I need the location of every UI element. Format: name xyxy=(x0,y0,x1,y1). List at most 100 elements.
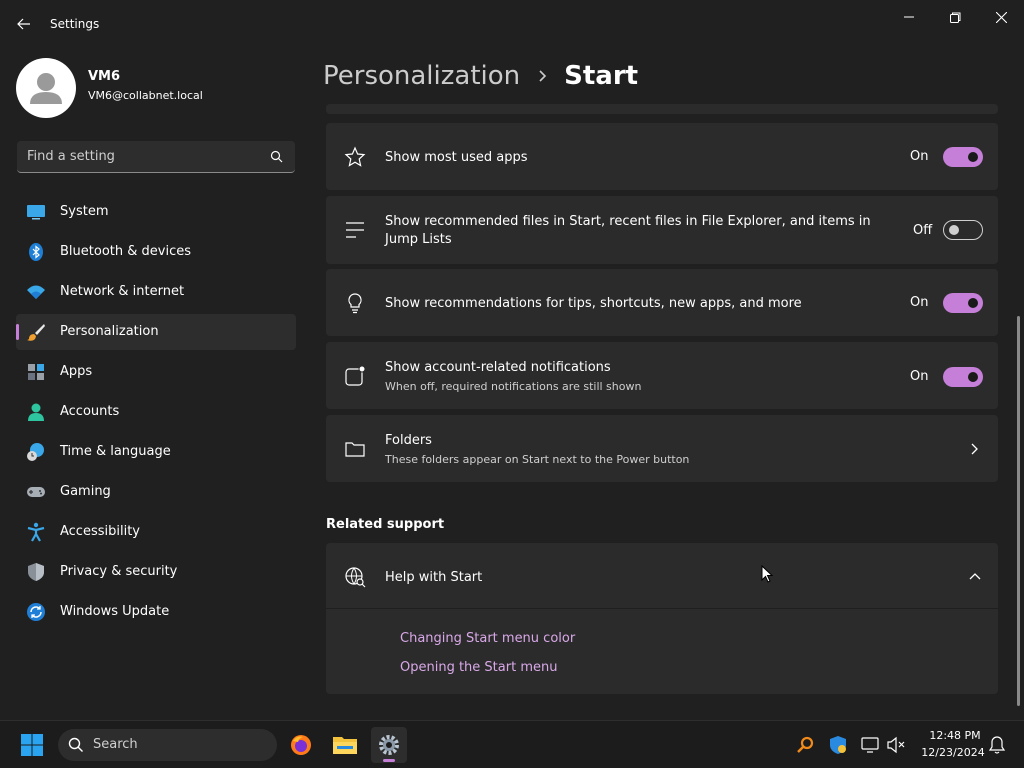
globe-clock-icon xyxy=(27,443,44,461)
sidebar-item-time-language[interactable]: Time & language xyxy=(16,434,296,470)
monitor-icon xyxy=(27,205,45,220)
back-button[interactable] xyxy=(12,12,36,36)
setting-title: Show account-related notifications xyxy=(385,360,611,375)
recommendations-toggle[interactable] xyxy=(943,293,983,313)
setting-title: Show recommendations for tips, shortcuts… xyxy=(385,296,802,311)
chevron-up-icon xyxy=(969,573,981,580)
toggle-state-label: Off xyxy=(913,223,933,238)
taskbar-settings[interactable] xyxy=(371,727,407,763)
network-monitor-icon[interactable] xyxy=(860,735,880,755)
sidebar-item-privacy[interactable]: Privacy & security xyxy=(16,554,296,590)
taskbar-firefox[interactable] xyxy=(283,727,319,763)
globe-search-icon xyxy=(345,567,366,588)
sidebar-item-windows-update[interactable]: Windows Update xyxy=(16,594,296,630)
setting-account-notifications: Show account-related notifications When … xyxy=(326,342,998,409)
toggle-knob xyxy=(968,298,978,308)
sidebar-item-label: System xyxy=(60,204,109,219)
settings-search xyxy=(17,141,295,173)
sidebar-item-label: Personalization xyxy=(60,324,159,339)
sidebar-item-apps[interactable]: Apps xyxy=(16,354,296,390)
avatar[interactable] xyxy=(16,58,76,118)
app-title: Settings xyxy=(50,17,100,31)
toggle-state-label: On xyxy=(910,295,929,310)
sidebar-item-label: Accounts xyxy=(60,404,120,419)
sidebar-item-gaming[interactable]: Gaming xyxy=(16,474,296,510)
volume-muted-icon[interactable] xyxy=(886,735,906,755)
page-title: Start xyxy=(564,61,639,91)
sidebar-item-label: Privacy & security xyxy=(60,564,178,579)
clock-time[interactable]: 12:48 PM xyxy=(920,729,990,742)
folders-subtitle: These folders appear on Start next to th… xyxy=(385,453,690,466)
sidebar-item-label: Apps xyxy=(60,364,93,379)
folders-link[interactable]: Folders These folders appear on Start ne… xyxy=(326,415,998,482)
setting-title: Show most used apps xyxy=(385,150,528,165)
defender-shield-icon[interactable] xyxy=(828,735,848,755)
close-button[interactable] xyxy=(978,4,1024,30)
folder-icon xyxy=(333,737,357,754)
notification-icon xyxy=(345,365,366,386)
sidebar-item-accounts[interactable]: Accounts xyxy=(16,394,296,430)
close-icon xyxy=(995,11,1007,23)
title-bar: Settings xyxy=(0,0,1024,48)
setting-card-partial xyxy=(326,104,998,114)
sidebar-item-bluetooth[interactable]: Bluetooth & devices xyxy=(16,234,296,270)
setting-title: Show recommended files in Start, recent … xyxy=(385,214,871,247)
user-email: VM6@collabnet.local xyxy=(88,89,203,102)
bluetooth-icon xyxy=(29,243,43,261)
list-icon xyxy=(346,222,364,238)
user-name: VM6 xyxy=(88,69,121,84)
user-profile[interactable]: VM6 VM6@collabnet.local xyxy=(16,58,296,118)
firefox-icon xyxy=(291,735,311,755)
help-link-opening-start-menu[interactable]: Opening the Start menu xyxy=(400,660,557,675)
sidebar-item-accessibility[interactable]: Accessibility xyxy=(16,514,296,550)
search-input[interactable] xyxy=(17,141,257,172)
recommended-files-toggle[interactable] xyxy=(943,220,983,240)
toggle-state-label: On xyxy=(910,149,929,164)
taskbar-search-label: Search xyxy=(93,737,138,752)
sidebar-item-label: Network & internet xyxy=(60,284,185,299)
sidebar-item-network[interactable]: Network & internet xyxy=(16,274,296,310)
help-title: Help with Start xyxy=(385,570,483,585)
taskbar-search[interactable]: Search xyxy=(58,729,277,761)
minimize-button[interactable] xyxy=(886,4,932,30)
sidebar-item-label: Bluetooth & devices xyxy=(60,244,191,259)
taskbar-file-explorer[interactable] xyxy=(327,727,363,763)
sidebar-item-label: Windows Update xyxy=(60,604,170,619)
nav-list: System Bluetooth & devices Network & int… xyxy=(16,194,296,634)
sidebar-item-label: Accessibility xyxy=(60,524,140,539)
mouse-cursor-icon xyxy=(761,565,773,583)
sidebar: VM6 VM6@collabnet.local System Bluetooth… xyxy=(0,48,312,720)
taskbar: Search 12:48 PM 12/23/2024 xyxy=(0,720,1024,768)
clock-date[interactable]: 12/23/2024 xyxy=(916,746,990,759)
star-icon xyxy=(344,146,366,167)
main-content: Personalization Start Show most used app… xyxy=(312,48,1024,720)
brush-icon xyxy=(27,324,45,341)
maximize-button[interactable] xyxy=(932,4,978,30)
related-support-heading: Related support xyxy=(326,517,445,532)
account-notifications-toggle[interactable] xyxy=(943,367,983,387)
folder-icon xyxy=(345,442,365,457)
accessibility-icon xyxy=(27,522,45,542)
chevron-right-icon xyxy=(539,70,547,82)
search-icon[interactable] xyxy=(269,149,285,165)
toggle-knob xyxy=(968,372,978,382)
help-link-start-menu-color[interactable]: Changing Start menu color xyxy=(400,631,575,646)
setting-recommended-files: Show recommended files in Start, recent … xyxy=(326,196,998,264)
scrollbar[interactable] xyxy=(1017,316,1020,706)
sidebar-item-label: Gaming xyxy=(60,484,111,499)
sidebar-item-label: Time & language xyxy=(60,444,171,459)
user-avatar-icon xyxy=(30,73,62,104)
gear-icon xyxy=(379,735,399,755)
search-orange-icon[interactable] xyxy=(796,735,816,755)
most-used-apps-toggle[interactable] xyxy=(943,147,983,167)
windows-start-icon[interactable] xyxy=(20,733,44,757)
setting-most-used-apps: Show most used apps On xyxy=(326,123,998,190)
sidebar-item-personalization[interactable]: Personalization xyxy=(16,314,296,350)
minimize-icon xyxy=(904,16,914,18)
sidebar-item-system[interactable]: System xyxy=(16,194,296,230)
notification-bell-icon[interactable] xyxy=(987,735,1007,755)
back-arrow-icon xyxy=(17,18,30,30)
help-expander-header[interactable]: Help with Start xyxy=(326,543,998,609)
breadcrumb-parent[interactable]: Personalization xyxy=(323,61,520,91)
breadcrumb: Personalization Start xyxy=(323,58,638,94)
